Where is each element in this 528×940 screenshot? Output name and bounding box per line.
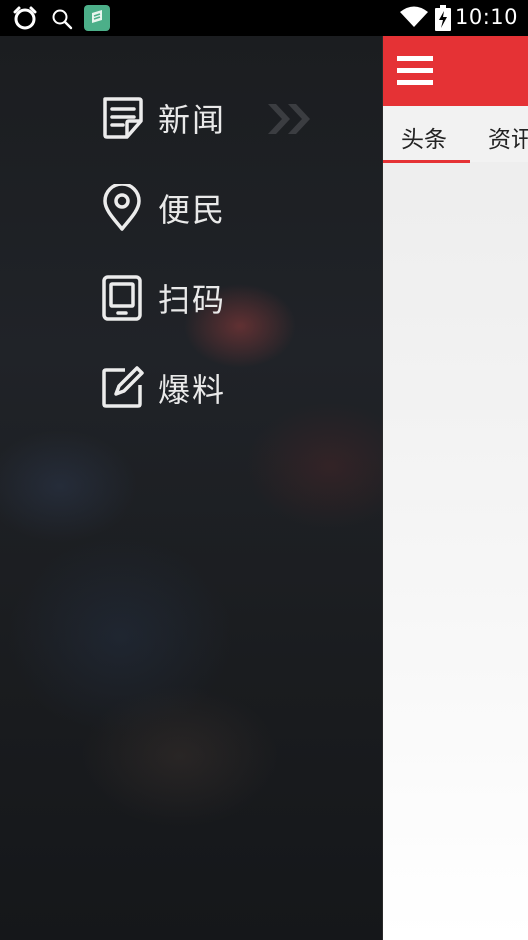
app-notification-icon bbox=[84, 5, 110, 35]
status-bar: 10:10 bbox=[0, 0, 528, 36]
tab-news-info[interactable]: 资讯 bbox=[488, 120, 528, 154]
location-pin-icon bbox=[98, 184, 146, 232]
edit-icon bbox=[98, 364, 146, 412]
tab-headlines[interactable]: 头条 bbox=[401, 120, 447, 154]
hamburger-menu-icon[interactable] bbox=[397, 54, 433, 88]
alarm-clock-icon bbox=[12, 6, 38, 34]
drawer-item-label: 扫码 bbox=[158, 281, 227, 319]
drawer-item-scan[interactable]: 扫码 bbox=[98, 270, 226, 326]
news-icon bbox=[98, 94, 146, 142]
navigation-drawer: 新闻 便民 扫码 爆料 bbox=[0, 36, 382, 940]
app-toolbar bbox=[383, 36, 528, 106]
drawer-item-label: 便民 bbox=[158, 191, 227, 229]
drawer-item-label: 爆料 bbox=[158, 371, 227, 409]
drawer-item-label: 新闻 bbox=[158, 101, 227, 139]
wifi-icon bbox=[400, 6, 428, 32]
double-chevron-right-icon bbox=[266, 102, 316, 140]
category-tabs: 头条 资讯 bbox=[383, 106, 528, 162]
drawer-item-tip-off[interactable]: 爆料 bbox=[98, 360, 226, 416]
drawer-item-convenience[interactable]: 便民 bbox=[98, 180, 226, 236]
content-area bbox=[383, 162, 528, 940]
main-panel: 头条 资讯 bbox=[382, 36, 528, 940]
drawer-item-news[interactable]: 新闻 bbox=[98, 90, 226, 146]
status-time: 10:10 bbox=[454, 5, 518, 29]
scan-device-icon bbox=[98, 274, 146, 322]
battery-charging-icon bbox=[435, 5, 451, 35]
app-screen: 10:10 新闻 便民 扫码 爆料 头条 资 bbox=[0, 0, 528, 940]
search-icon bbox=[51, 8, 73, 34]
